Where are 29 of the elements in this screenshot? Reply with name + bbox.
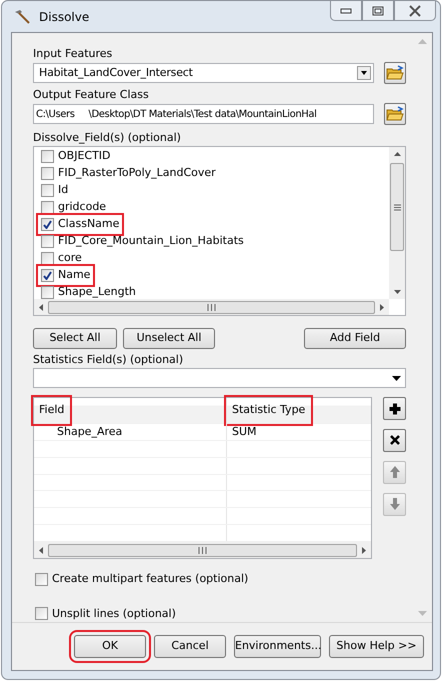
field-label: Output Feature Class [33, 88, 150, 102]
field-name: ClassName [58, 216, 120, 232]
field-name: FID_RasterToPoly_LandCover [58, 165, 216, 182]
output-path-field[interactable]: C:\Users \Desktop\DT Materials\Test data\MountainLionHal [33, 104, 374, 124]
field-label: Input Features [33, 47, 114, 61]
unselect-all-button[interactable]: Unselect All [123, 328, 215, 349]
input-features-dropdown[interactable]: Habitat_LandCover_Intersect [33, 63, 374, 83]
dropdown-value: Habitat_LandCover_Intersect [39, 64, 193, 81]
option-label: Unsplit lines (optional) [52, 606, 176, 622]
show-help-button[interactable]: Show Help >> [329, 635, 424, 658]
field-name: Id [58, 182, 68, 198]
window-title: Dissolve [39, 8, 90, 26]
table-cell-text: Shape_Area [56, 424, 122, 440]
column-header: Statistic Type [227, 398, 310, 423]
option-label: Create multipart features (optional) [52, 571, 248, 587]
table-cell-text: SUM [232, 424, 257, 440]
environments-button[interactable]: Environments... [234, 635, 321, 658]
field-name: core [58, 250, 82, 266]
add-field-button[interactable]: Add Field [304, 328, 406, 349]
select-all-button[interactable]: Select All [33, 328, 117, 349]
field-name: FID_Core_Mountain_Lion_Habitats [58, 233, 244, 250]
cancel-button[interactable]: Cancel [154, 635, 226, 658]
field-name: OBJECTID [58, 148, 111, 164]
field-name: Name [58, 267, 90, 284]
column-header: Field [34, 398, 70, 423]
field-label: Dissolve_Field(s) (optional) [33, 131, 182, 145]
field-label: Statistics Field(s) (optional) [33, 353, 184, 367]
field-name: gridcode [58, 199, 106, 216]
field-name: Shape_Length [58, 284, 136, 299]
